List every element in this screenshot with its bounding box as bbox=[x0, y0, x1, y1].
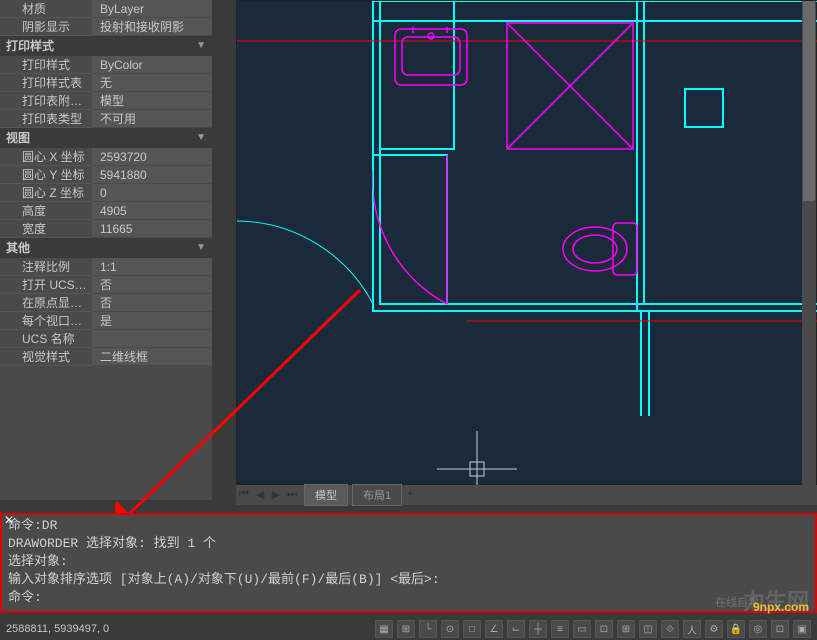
prop-print-type[interactable]: 打印表类型 不可用 bbox=[0, 110, 212, 128]
sc-icon[interactable]: ⊞ bbox=[617, 620, 635, 638]
tab-next-icon[interactable]: ▶ bbox=[269, 488, 283, 502]
properties-panel: 材质 ByLayer 阴影显示 投射和接收阴影 打印样式 ▼ 打印样式 ByCo… bbox=[0, 0, 212, 500]
tab-last-icon[interactable]: ⏭ bbox=[285, 488, 299, 502]
ws-icon[interactable]: ⚙ bbox=[705, 620, 723, 638]
qp-icon[interactable]: ⊡ bbox=[595, 620, 613, 638]
prop-anno-scale[interactable]: 注释比例 1:1 bbox=[0, 258, 212, 276]
cmd-line-4: 输入对象排序选项 [对象上(A)/对象下(U)/最前(F)/最后(B)] <最后… bbox=[8, 571, 809, 589]
tab-first-icon[interactable]: ⏮ bbox=[237, 488, 251, 502]
tab-add-icon[interactable]: + bbox=[403, 488, 417, 502]
prop-material[interactable]: 材质 ByLayer bbox=[0, 0, 212, 18]
cad-drawing[interactable] bbox=[237, 1, 817, 486]
scroll-thumb[interactable] bbox=[803, 1, 815, 201]
ortho-icon[interactable]: └ bbox=[419, 620, 437, 638]
cmd-line-2: DRAWORDER 选择对象: 找到 1 个 bbox=[8, 535, 809, 553]
vertical-scrollbar[interactable] bbox=[802, 1, 816, 486]
prop-ucs-open[interactable]: 打开 UCS… 否 bbox=[0, 276, 212, 294]
osnap-icon[interactable]: □ bbox=[463, 620, 481, 638]
chevron-down-icon[interactable]: ▼ bbox=[196, 38, 206, 54]
model-toggle[interactable]: ◫ bbox=[639, 620, 657, 638]
lock-icon[interactable]: 🔒 bbox=[727, 620, 745, 638]
clean-icon[interactable]: ▣ bbox=[793, 620, 811, 638]
cmd-line-3: 选择对象: bbox=[8, 553, 809, 571]
prop-visual-style[interactable]: 视觉样式 二维线框 bbox=[0, 348, 212, 366]
tab-layout1[interactable]: 布局1 bbox=[352, 484, 402, 506]
section-other-header[interactable]: 其他 ▼ bbox=[0, 238, 212, 258]
prop-origin-show[interactable]: 在原点显… 否 bbox=[0, 294, 212, 312]
scale-icon[interactable]: 人 bbox=[683, 620, 701, 638]
prop-center-z[interactable]: 圆心 Z 坐标 0 bbox=[0, 184, 212, 202]
cmd-line-1: 命令:DR bbox=[8, 517, 809, 535]
prop-per-viewport[interactable]: 每个视口… 是 bbox=[0, 312, 212, 330]
tab-model[interactable]: 模型 bbox=[304, 484, 348, 506]
snap-icon[interactable]: ⊞ bbox=[397, 620, 415, 638]
prop-center-x[interactable]: 圆心 X 坐标 2593720 bbox=[0, 148, 212, 166]
lwt-icon[interactable]: ≡ bbox=[551, 620, 569, 638]
chevron-down-icon[interactable]: ▼ bbox=[196, 130, 206, 146]
polar-icon[interactable]: ⊙ bbox=[441, 620, 459, 638]
chevron-down-icon[interactable]: ▼ bbox=[196, 240, 206, 256]
dyn-icon[interactable]: ┼ bbox=[529, 620, 547, 638]
prop-ucs-name[interactable]: UCS 名称 bbox=[0, 330, 212, 348]
tpy-icon[interactable]: ▭ bbox=[573, 620, 591, 638]
prop-print-attach[interactable]: 打印表附… 模型 bbox=[0, 92, 212, 110]
iso-icon[interactable]: ⊡ bbox=[771, 620, 789, 638]
prop-height[interactable]: 高度 4905 bbox=[0, 202, 212, 220]
cmd-close-icon[interactable]: × bbox=[2, 515, 16, 529]
status-coords: 2588811, 5939497, 0 bbox=[6, 623, 109, 635]
hw-icon[interactable]: ◎ bbox=[749, 620, 767, 638]
ducs-icon[interactable]: ⌙ bbox=[507, 620, 525, 638]
anno-icon[interactable]: ⟐ bbox=[661, 620, 679, 638]
prop-print-style[interactable]: 打印样式 ByColor bbox=[0, 56, 212, 74]
prop-shadow[interactable]: 阴影显示 投射和接收阴影 bbox=[0, 18, 212, 36]
cmd-line-5: 命令: bbox=[8, 589, 809, 607]
grid-icon[interactable]: ▦ bbox=[375, 620, 393, 638]
status-bar: 2588811, 5939497, 0 ▦ ⊞ └ ⊙ □ ∠ ⌙ ┼ ≡ ▭ … bbox=[0, 618, 817, 640]
watermark-url: 9npx.com bbox=[753, 600, 809, 614]
section-print-header[interactable]: 打印样式 ▼ bbox=[0, 36, 212, 56]
prop-center-y[interactable]: 圆心 Y 坐标 5941880 bbox=[0, 166, 212, 184]
drawing-canvas[interactable] bbox=[236, 0, 817, 485]
prop-print-table[interactable]: 打印样式表 无 bbox=[0, 74, 212, 92]
prop-width[interactable]: 宽度 11665 bbox=[0, 220, 212, 238]
section-view-header[interactable]: 视图 ▼ bbox=[0, 128, 212, 148]
otrack-icon[interactable]: ∠ bbox=[485, 620, 503, 638]
command-line[interactable]: 命令:DR DRAWORDER 选择对象: 找到 1 个 选择对象: 输入对象排… bbox=[0, 513, 817, 613]
layout-tab-bar: ⏮ ◀ ▶ ⏭ 模型 布局1 + bbox=[236, 485, 817, 505]
tab-prev-icon[interactable]: ◀ bbox=[253, 488, 267, 502]
